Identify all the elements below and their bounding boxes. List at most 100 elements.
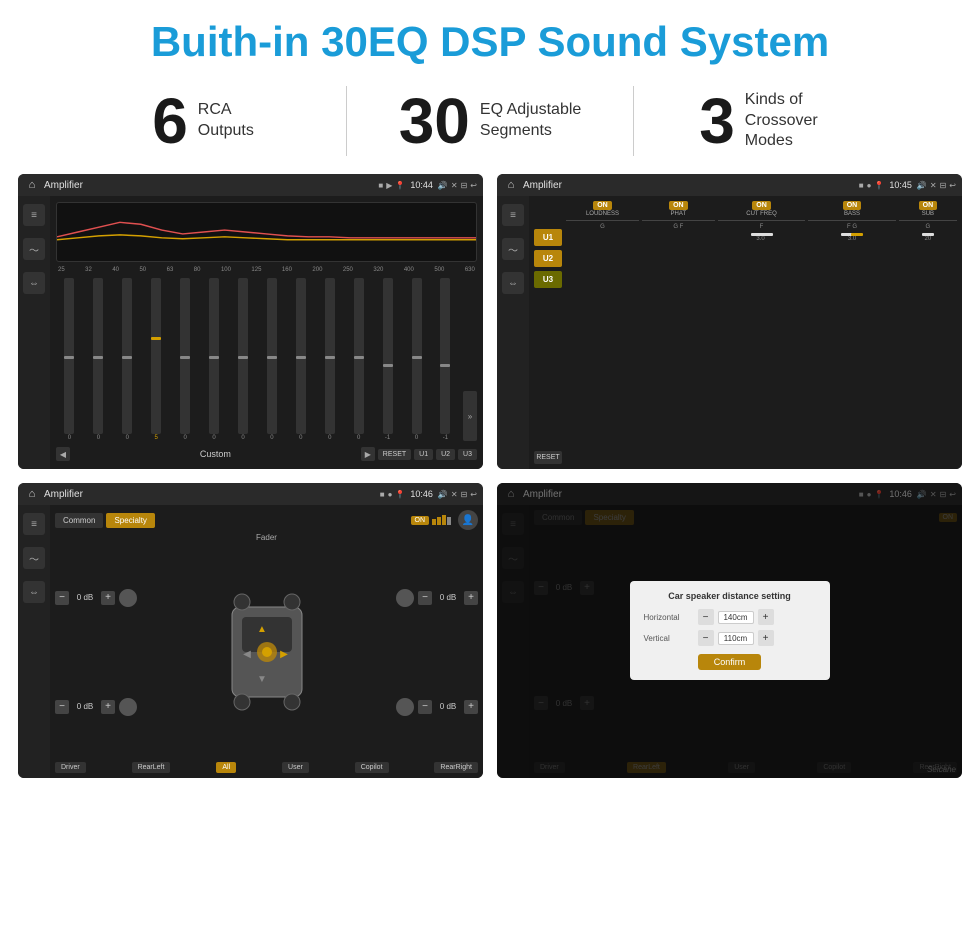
ch-row-3: − 0 dB + [396, 589, 478, 607]
horizontal-plus[interactable]: + [758, 609, 774, 625]
eq-slider-14[interactable]: -1 [432, 278, 459, 441]
eq-slider-13[interactable]: 0 [403, 278, 430, 441]
specialty-tab[interactable]: Specialty [106, 513, 154, 528]
close-icon-2[interactable]: ✕ [930, 181, 937, 190]
home-icon-2[interactable]: ⌂ [503, 177, 519, 193]
eq-val-8: 0 [270, 435, 273, 441]
close-icon-1[interactable]: ✕ [451, 181, 458, 190]
svg-text:▶: ▶ [280, 649, 288, 660]
eq-next-btn[interactable]: ▶ [361, 447, 375, 461]
loudness-on[interactable]: ON [593, 201, 612, 210]
ch1-plus[interactable]: + [101, 591, 115, 605]
window-icon-1[interactable]: ⊟ [461, 181, 468, 190]
freq-32: 32 [85, 267, 92, 273]
eq-val-6: 0 [212, 435, 215, 441]
eq-reset-btn[interactable]: RESET [378, 449, 411, 460]
eq-sliders-area: 0 0 0 [56, 278, 477, 441]
ch2-minus[interactable]: − [55, 700, 69, 714]
stat-rca: 6 RCA Outputs [60, 89, 346, 153]
header: Buith-in 30EQ DSP Sound System [0, 0, 980, 76]
sub-on[interactable]: ON [919, 201, 938, 210]
ch4-plus[interactable]: + [464, 700, 478, 714]
close-icon-3[interactable]: ✕ [451, 490, 458, 499]
rearleft-btn[interactable]: RearLeft [132, 762, 171, 773]
all-btn[interactable]: All [216, 762, 236, 773]
arrow-icon-1[interactable]: ⇔ [23, 272, 45, 294]
eq-slider-12[interactable]: -1 [374, 278, 401, 441]
arrow-icon-2[interactable]: ⇔ [502, 272, 524, 294]
screen-2: ⌂ Amplifier ■ ● 📍 10:45 🔊 ✕ ⊟ ↩ ≡ 〜 ⇔ [497, 174, 962, 469]
eq-slider-7[interactable]: 0 [230, 278, 257, 441]
eq-u3-btn[interactable]: U3 [458, 449, 477, 460]
phat-on[interactable]: ON [669, 201, 688, 210]
ch1-minus[interactable]: − [55, 591, 69, 605]
u2-btn[interactable]: U2 [534, 250, 562, 267]
eq-prev-btn[interactable]: ◀ [56, 447, 70, 461]
driver-btn[interactable]: Driver [55, 762, 86, 773]
cutfreq-on[interactable]: ON [752, 201, 771, 210]
eq-expand[interactable]: » [463, 391, 477, 441]
cs-profile-icon[interactable]: 👤 [458, 510, 478, 530]
bass-on[interactable]: ON [843, 201, 862, 210]
ch4-minus[interactable]: − [418, 700, 432, 714]
u3-btn[interactable]: U3 [534, 271, 562, 288]
dot-icon-3: ● [388, 490, 393, 499]
vertical-minus[interactable]: − [698, 630, 714, 646]
wave-icon-3[interactable]: 〜 [23, 547, 45, 569]
eq-slider-9[interactable]: 0 [287, 278, 314, 441]
car-diagram: ▲ ▼ ◀ ▶ [141, 545, 392, 759]
eq-slider-3[interactable]: 0 [114, 278, 141, 441]
eq-u2-btn[interactable]: U2 [436, 449, 455, 460]
freq-100: 100 [221, 267, 231, 273]
eq-icon-1[interactable]: ≡ [23, 204, 45, 226]
eq-slider-11[interactable]: 0 [345, 278, 372, 441]
eq-slider-8[interactable]: 0 [258, 278, 285, 441]
ch3-minus[interactable]: − [418, 591, 432, 605]
eq-slider-2[interactable]: 0 [85, 278, 112, 441]
eq-slider-1[interactable]: 0 [56, 278, 83, 441]
home-icon-3[interactable]: ⌂ [24, 486, 40, 502]
wave-icon-1[interactable]: 〜 [23, 238, 45, 260]
left-channels: − 0 dB + − 0 dB + [55, 545, 137, 759]
cutfreq-label: CUT FREQ [746, 211, 777, 217]
eq-slider-6[interactable]: 0 [201, 278, 228, 441]
horizontal-minus[interactable]: − [698, 609, 714, 625]
loudness-g: G [600, 224, 605, 230]
eq-val-3: 0 [126, 435, 129, 441]
freq-320: 320 [373, 267, 383, 273]
ch3-plus[interactable]: + [464, 591, 478, 605]
rearright-btn[interactable]: RearRight [434, 762, 478, 773]
u1-btn[interactable]: U1 [534, 229, 562, 246]
eq-slider-5[interactable]: 0 [172, 278, 199, 441]
reset-btn-2[interactable]: RESET [534, 451, 562, 464]
window-icon-2[interactable]: ⊟ [940, 181, 947, 190]
stat-number-rca: 6 [152, 89, 188, 153]
confirm-button[interactable]: Confirm [698, 654, 762, 670]
back-icon-2[interactable]: ↩ [949, 181, 956, 190]
ch2-plus[interactable]: + [101, 700, 115, 714]
common-tab[interactable]: Common [55, 513, 103, 528]
stat-label-rca: RCA Outputs [198, 100, 254, 142]
screen-1: ⌂ Amplifier ■ ▶ 📍 10:44 🔊 ✕ ⊟ ↩ ≡ 〜 ⇔ [18, 174, 483, 469]
eq-icon-2[interactable]: ≡ [502, 204, 524, 226]
eq-u1-btn[interactable]: U1 [414, 449, 433, 460]
pin-icon-1: 📍 [395, 181, 405, 190]
cs-on-badge[interactable]: ON [411, 516, 430, 525]
back-icon-3[interactable]: ↩ [470, 490, 477, 499]
user-btn[interactable]: User [282, 762, 309, 773]
copilot-btn[interactable]: Copilot [355, 762, 389, 773]
vertical-plus[interactable]: + [758, 630, 774, 646]
eq-slider-4[interactable]: 5 [143, 278, 170, 441]
eq-icon-3[interactable]: ≡ [23, 513, 45, 535]
arrow-icon-3[interactable]: ⇔ [23, 581, 45, 603]
eq-slider-10[interactable]: 0 [316, 278, 343, 441]
play-icon-1: ▶ [386, 181, 392, 190]
home-icon-1[interactable]: ⌂ [24, 177, 40, 193]
cs-main-area: Common Specialty ON 👤 Fader [50, 505, 483, 778]
wave-icon-2[interactable]: 〜 [502, 238, 524, 260]
freq-250: 250 [343, 267, 353, 273]
u-buttons-col: U1 U2 U3 RESET [534, 201, 562, 464]
window-icon-3[interactable]: ⊟ [461, 490, 468, 499]
horizontal-value: 140cm [718, 611, 754, 624]
back-icon-1[interactable]: ↩ [470, 181, 477, 190]
